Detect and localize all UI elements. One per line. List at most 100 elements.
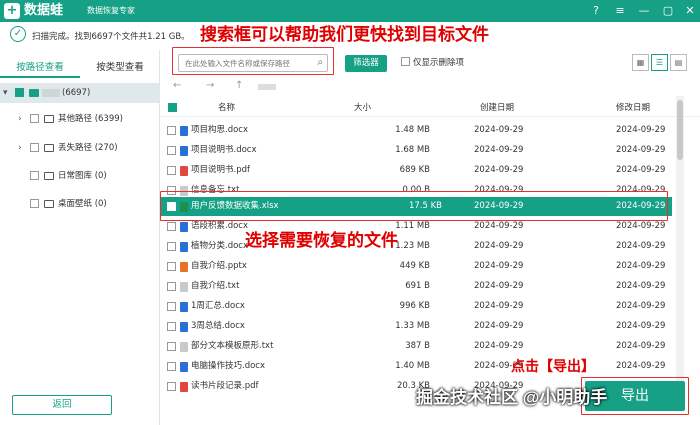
up-arrow-icon[interactable]: ↑ bbox=[235, 80, 243, 91]
scrollbar[interactable] bbox=[676, 96, 684, 381]
minimize-icon[interactable]: — bbox=[636, 3, 652, 19]
item-checkbox[interactable] bbox=[30, 171, 39, 180]
header-size[interactable]: 大小 bbox=[354, 99, 371, 117]
folder-icon bbox=[44, 115, 54, 123]
pptx-file-icon bbox=[180, 262, 188, 272]
tab-by-path[interactable]: 按路径查看 bbox=[0, 58, 80, 78]
app-subtitle: 数据恢复专家 bbox=[87, 6, 135, 15]
row-checkbox[interactable] bbox=[167, 362, 176, 371]
maximize-icon[interactable]: ▢ bbox=[660, 3, 676, 19]
row-checkbox[interactable] bbox=[167, 242, 176, 251]
cell-modified: 2024-09-29 bbox=[616, 165, 666, 175]
selected-row-highlight bbox=[160, 191, 668, 221]
cell-size: 1.40 MB bbox=[395, 361, 430, 371]
table-row[interactable]: 项目构思.docx 1.48 MB 2024-09-29 2024-09-29 bbox=[160, 121, 665, 140]
app-name: 数据蛙 bbox=[24, 3, 64, 18]
close-icon[interactable]: ✕ bbox=[682, 3, 698, 19]
folder-icon bbox=[44, 144, 54, 152]
cell-name: 3周总结.docx bbox=[191, 321, 245, 331]
cell-modified: 2024-09-29 bbox=[616, 281, 666, 291]
row-checkbox[interactable] bbox=[167, 262, 176, 271]
cell-size: 691 B bbox=[405, 281, 430, 291]
row-checkbox[interactable] bbox=[167, 166, 176, 175]
table-row[interactable]: 1周汇总.docx 996 KB 2024-09-29 2024-09-29 bbox=[160, 297, 665, 316]
table-row[interactable]: 部分文本模板原形.txt 387 B 2024-09-29 2024-09-29 bbox=[160, 337, 665, 356]
docx-file-icon bbox=[180, 126, 188, 136]
tree-item-lost[interactable]: › 丢失路径 (270) bbox=[0, 138, 160, 158]
back-arrow-icon[interactable]: ← bbox=[173, 80, 181, 91]
watermark: 掘金技术社区 @小明助手 bbox=[416, 388, 608, 407]
header-modified[interactable]: 修改日期 bbox=[616, 99, 650, 117]
select-all-checkbox[interactable] bbox=[168, 103, 177, 112]
cell-size: 1.48 MB bbox=[395, 125, 430, 135]
row-checkbox[interactable] bbox=[167, 322, 176, 331]
docx-file-icon bbox=[180, 222, 188, 232]
back-button[interactable]: 返回 bbox=[12, 395, 112, 415]
tree-item-gallery[interactable]: 日常图库 (0) bbox=[0, 166, 160, 186]
docx-file-icon bbox=[180, 146, 188, 156]
pdf-file-icon bbox=[180, 166, 188, 176]
tree-item-wallpaper[interactable]: 桌面壁纸 (0) bbox=[0, 194, 160, 214]
pdf-file-icon bbox=[180, 382, 188, 392]
list-view-icon[interactable]: ☰ bbox=[651, 54, 668, 71]
table-row[interactable]: 自我介绍.pptx 449 KB 2024-09-29 2024-09-29 bbox=[160, 257, 665, 276]
help-icon[interactable]: ? bbox=[588, 3, 604, 19]
table-row[interactable]: 3周总结.docx 1.33 MB 2024-09-29 2024-09-29 bbox=[160, 317, 665, 336]
table-row[interactable]: 自我介绍.txt 691 B 2024-09-29 2024-09-29 bbox=[160, 277, 665, 296]
cell-name: 部分文本模板原形.txt bbox=[191, 341, 274, 351]
cell-created: 2024-09-29 bbox=[474, 125, 524, 135]
chevron-right-icon[interactable]: › bbox=[18, 138, 22, 158]
folder-icon bbox=[44, 172, 54, 180]
root-checkbox[interactable] bbox=[15, 88, 24, 97]
item-label: 日常图库 (0) bbox=[58, 171, 107, 181]
row-checkbox[interactable] bbox=[167, 382, 176, 391]
item-checkbox[interactable] bbox=[30, 114, 39, 123]
docx-file-icon bbox=[180, 302, 188, 312]
row-checkbox[interactable] bbox=[167, 302, 176, 311]
only-deleted-toggle[interactable]: 仅显示删除项 bbox=[401, 56, 464, 69]
cell-modified: 2024-09-29 bbox=[616, 361, 666, 371]
cell-name: 1周汇总.docx bbox=[191, 301, 245, 311]
cell-size: 449 KB bbox=[399, 261, 430, 271]
tab-by-type[interactable]: 按类型查看 bbox=[80, 58, 160, 78]
only-deleted-label: 仅显示删除项 bbox=[413, 58, 465, 68]
chevron-right-icon[interactable]: › bbox=[18, 109, 22, 129]
forward-arrow-icon[interactable]: → bbox=[206, 80, 214, 91]
tree-item-other[interactable]: › 其他路径 (6399) bbox=[0, 109, 160, 129]
cell-name: 项目说明书.docx bbox=[191, 145, 257, 155]
table-row[interactable]: 项目说明书.pdf 689 KB 2024-09-29 2024-09-29 bbox=[160, 161, 665, 180]
annotation-export: 点击【导出】 bbox=[511, 358, 595, 374]
cell-size: 689 KB bbox=[399, 165, 430, 175]
folder-icon bbox=[44, 200, 54, 208]
menu-icon[interactable]: ≡ bbox=[612, 3, 628, 19]
table-row[interactable]: 项目说明书.docx 1.68 MB 2024-09-29 2024-09-29 bbox=[160, 141, 665, 160]
header-name[interactable]: 名称 bbox=[218, 99, 235, 117]
cell-name: 项目说明书.pdf bbox=[191, 165, 250, 175]
row-checkbox[interactable] bbox=[167, 146, 176, 155]
chevron-down-icon[interactable]: ▾ bbox=[3, 83, 8, 103]
cell-created: 2024-09-29 bbox=[474, 301, 524, 311]
row-checkbox[interactable] bbox=[167, 342, 176, 351]
table-row[interactable]: 植物分类.docx 1.23 MB 2024-09-29 2024-09-29 bbox=[160, 237, 665, 256]
cell-size: 1.68 MB bbox=[395, 145, 430, 155]
header-created[interactable]: 创建日期 bbox=[480, 99, 514, 117]
detail-view-icon[interactable]: ▤ bbox=[670, 54, 687, 71]
table-header: 名称 大小 创建日期 修改日期 bbox=[160, 99, 700, 117]
row-checkbox[interactable] bbox=[167, 222, 176, 231]
filter-button[interactable]: 筛选器 bbox=[345, 55, 387, 72]
cell-modified: 2024-09-29 bbox=[616, 241, 666, 251]
row-checkbox[interactable] bbox=[167, 126, 176, 135]
scrollbar-thumb[interactable] bbox=[677, 100, 683, 160]
tree-root[interactable]: ▾ (6697) bbox=[0, 83, 160, 103]
grid-view-icon[interactable]: ▦ bbox=[632, 54, 649, 71]
annotation-select: 选择需要恢复的文件 bbox=[245, 231, 398, 250]
item-checkbox[interactable] bbox=[30, 143, 39, 152]
app-logo-icon: + bbox=[4, 3, 20, 19]
cell-modified: 2024-09-29 bbox=[616, 125, 666, 135]
cell-modified: 2024-09-29 bbox=[616, 261, 666, 271]
item-label: 桌面壁纸 (0) bbox=[58, 199, 107, 209]
only-deleted-checkbox[interactable] bbox=[401, 57, 410, 66]
cell-modified: 2024-09-29 bbox=[616, 145, 666, 155]
item-checkbox[interactable] bbox=[30, 199, 39, 208]
row-checkbox[interactable] bbox=[167, 282, 176, 291]
